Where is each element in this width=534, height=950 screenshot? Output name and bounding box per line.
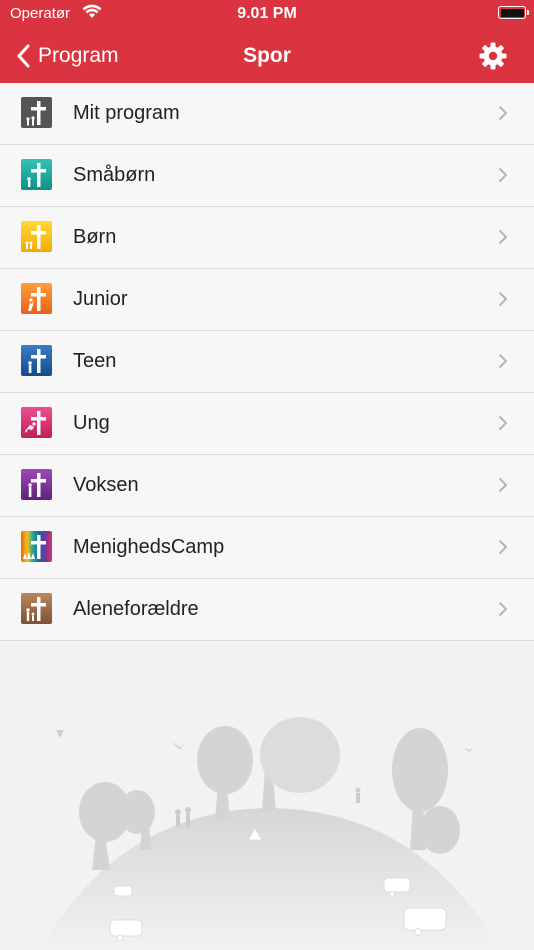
list-item-menighedscamp[interactable]: MenighedsCamp [0, 517, 534, 579]
cross-icon [21, 221, 52, 252]
list-item-voksen[interactable]: Voksen [0, 455, 534, 517]
track-list: Mit program Småbørn Børn Junior Teen Ung… [0, 83, 534, 641]
chevron-right-icon [499, 540, 507, 554]
clock: 9.01 PM [237, 5, 297, 22]
list-item-label: Mit program [73, 102, 180, 124]
list-item-label: Aleneforældre [73, 598, 199, 620]
chevron-right-icon [499, 416, 507, 430]
back-button[interactable]: Program [16, 28, 119, 83]
cross-icon [21, 159, 52, 190]
cross-icon [21, 531, 52, 562]
chevron-right-icon [499, 602, 507, 616]
list-item-born[interactable]: Børn [0, 207, 534, 269]
gear-icon[interactable] [478, 41, 508, 71]
list-item-junior[interactable]: Junior [0, 269, 534, 331]
list-item-label: Børn [73, 226, 117, 248]
list-item-teen[interactable]: Teen [0, 331, 534, 393]
chevron-right-icon [499, 168, 507, 182]
list-item-ung[interactable]: Ung [0, 393, 534, 455]
cross-icon [21, 469, 52, 500]
list-item-label: Småbørn [73, 164, 156, 186]
landscape-illustration [40, 717, 500, 950]
cross-icon [21, 407, 52, 438]
list-item-label: Voksen [73, 474, 139, 496]
chevron-right-icon [499, 354, 507, 368]
list-item-mit-program[interactable]: Mit program [0, 83, 534, 145]
back-label: Program [38, 43, 119, 67]
cross-icon [21, 593, 52, 624]
navigation-bar: Program Spor [0, 28, 534, 83]
list-item-smaborn[interactable]: Småbørn [0, 145, 534, 207]
list-item-aleneforaeldre[interactable]: Aleneforældre [0, 579, 534, 641]
chevron-left-icon [17, 44, 30, 67]
cross-icon [21, 283, 52, 314]
list-item-label: MenighedsCamp [73, 536, 225, 558]
list-item-label: Ung [73, 412, 110, 434]
chevron-right-icon [499, 292, 507, 306]
list-item-label: Junior [73, 288, 128, 310]
chevron-right-icon [499, 478, 507, 492]
battery-icon [498, 6, 529, 19]
chevron-right-icon [499, 106, 507, 120]
cross-icon [21, 345, 52, 376]
chevron-right-icon [499, 230, 507, 244]
list-item-label: Teen [73, 350, 117, 372]
cross-icon [21, 97, 52, 128]
status-bar: Operatør 9.01 PM [0, 0, 534, 28]
